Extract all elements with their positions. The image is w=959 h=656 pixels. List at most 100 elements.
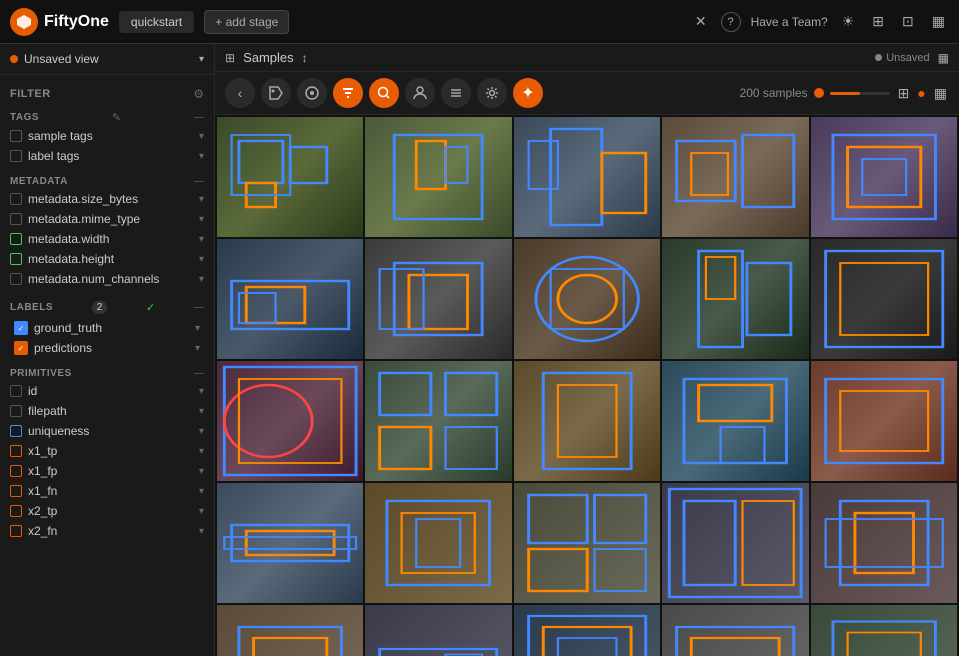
sample-tags-item[interactable]: sample tags ▾ bbox=[10, 126, 204, 146]
list-button[interactable] bbox=[441, 78, 471, 108]
metadata-header[interactable]: METADATA — bbox=[10, 174, 204, 189]
x2fn-item[interactable]: x2_fn ▾ bbox=[10, 521, 204, 541]
view-selector[interactable]: Unsaved view ▾ bbox=[0, 44, 214, 75]
filter-button[interactable] bbox=[333, 78, 363, 108]
metadata-size-checkbox[interactable] bbox=[10, 193, 22, 205]
add-stage-button[interactable]: + add stage bbox=[204, 10, 289, 34]
metadata-mime-item[interactable]: metadata.mime_type ▾ bbox=[10, 209, 204, 229]
filter-header: FILTER ⚙ bbox=[10, 83, 204, 105]
settings-button[interactable] bbox=[477, 78, 507, 108]
grid-item[interactable] bbox=[514, 605, 660, 656]
quickstart-tab[interactable]: quickstart bbox=[119, 11, 194, 33]
label-tags-checkbox[interactable] bbox=[10, 150, 22, 162]
grid-item[interactable] bbox=[811, 605, 957, 656]
labels-group: LABELS 2 ✓ — ✓ ground_truth ▾ ✓ pred bbox=[10, 293, 204, 362]
grid-item[interactable] bbox=[217, 361, 363, 481]
x2tp-item[interactable]: x2_tp ▾ bbox=[10, 501, 204, 521]
tags-header[interactable]: TAGS ✎ — bbox=[10, 109, 204, 126]
x1fp-item[interactable]: x1_fp ▾ bbox=[10, 461, 204, 481]
grid-item[interactable] bbox=[662, 483, 808, 603]
metadata-width-item[interactable]: metadata.width ▾ bbox=[10, 229, 204, 249]
primitives-header[interactable]: PRIMITIVES — bbox=[10, 366, 204, 381]
grid-item[interactable] bbox=[811, 483, 957, 603]
metadata-size-item[interactable]: metadata.size_bytes ▾ bbox=[10, 189, 204, 209]
grid-item[interactable] bbox=[514, 361, 660, 481]
chevron-down-icon: ▾ bbox=[199, 446, 204, 457]
grid-item[interactable] bbox=[811, 117, 957, 237]
person-button[interactable] bbox=[405, 78, 435, 108]
image-grid[interactable] bbox=[215, 115, 959, 656]
grid-item[interactable] bbox=[365, 361, 511, 481]
x1fp-checkbox[interactable] bbox=[10, 465, 22, 477]
metadata-mime-checkbox[interactable] bbox=[10, 213, 22, 225]
chevron-icon: — bbox=[194, 176, 204, 187]
menu-icon[interactable]: ▦ bbox=[928, 9, 949, 34]
labels-header[interactable]: LABELS 2 ✓ — bbox=[10, 297, 204, 318]
metadata-size-label: metadata.size_bytes bbox=[28, 192, 193, 206]
sample-tags-checkbox[interactable] bbox=[10, 130, 22, 142]
close-icon[interactable]: ✕ bbox=[691, 9, 711, 34]
x1tp-checkbox[interactable] bbox=[10, 445, 22, 457]
filepath-item[interactable]: filepath ▾ bbox=[10, 401, 204, 421]
topbar: FiftyOne quickstart + add stage ✕ ? Have… bbox=[0, 0, 959, 44]
grid-item[interactable] bbox=[217, 239, 363, 359]
grid-view-button[interactable]: ⊞ bbox=[896, 83, 912, 104]
slider-right-dot[interactable]: ● bbox=[915, 83, 927, 103]
x2tp-checkbox[interactable] bbox=[10, 505, 22, 517]
grid-item[interactable] bbox=[662, 361, 808, 481]
label-tags-item[interactable]: label tags ▾ bbox=[10, 146, 204, 166]
predictions-label-item[interactable]: ✓ predictions ▾ bbox=[10, 338, 204, 358]
grid-item[interactable] bbox=[811, 361, 957, 481]
metadata-width-checkbox[interactable] bbox=[10, 233, 22, 245]
chevron-down-icon: ▾ bbox=[199, 131, 204, 142]
grid-item[interactable] bbox=[514, 483, 660, 603]
grid-item[interactable] bbox=[365, 483, 511, 603]
metadata-height-item[interactable]: metadata.height ▾ bbox=[10, 249, 204, 269]
ground-truth-label-item[interactable]: ✓ ground_truth ▾ bbox=[10, 318, 204, 338]
settings-icon[interactable]: ⚙ bbox=[193, 87, 204, 101]
chevron-down-icon: ▾ bbox=[199, 466, 204, 477]
edit-icon[interactable]: ✎ bbox=[112, 111, 121, 124]
chevron-down-icon: ▾ bbox=[199, 151, 204, 162]
search-button[interactable] bbox=[369, 78, 399, 108]
grid-item[interactable] bbox=[365, 239, 511, 359]
metadata-height-label: metadata.height bbox=[28, 252, 193, 266]
x2fn-checkbox[interactable] bbox=[10, 525, 22, 537]
list-view-button[interactable]: ▦ bbox=[932, 83, 949, 104]
slider-left-dot[interactable] bbox=[814, 88, 824, 98]
x1tp-item[interactable]: x1_tp ▾ bbox=[10, 441, 204, 461]
metadata-height-checkbox[interactable] bbox=[10, 253, 22, 265]
grid-icon[interactable]: ⊞ bbox=[868, 9, 888, 34]
x1fn-checkbox[interactable] bbox=[10, 485, 22, 497]
filepath-checkbox[interactable] bbox=[10, 405, 22, 417]
ai-button[interactable]: ✦ bbox=[513, 78, 543, 108]
chevron-down-icon: ▾ bbox=[199, 254, 204, 265]
grid-view-icon[interactable]: ▦ bbox=[938, 51, 949, 65]
back-button[interactable]: ‹ bbox=[225, 78, 255, 108]
grid-item[interactable] bbox=[365, 605, 511, 656]
slider-track[interactable] bbox=[830, 92, 890, 95]
grid-item[interactable] bbox=[662, 117, 808, 237]
github-icon[interactable]: ⊡ bbox=[898, 9, 918, 34]
tag-button[interactable] bbox=[261, 78, 291, 108]
metadata-channels-item[interactable]: metadata.num_channels ▾ bbox=[10, 269, 204, 289]
grid-item[interactable] bbox=[662, 605, 808, 656]
sun-icon[interactable]: ☀ bbox=[838, 9, 859, 34]
uniqueness-checkbox[interactable] bbox=[10, 425, 22, 437]
grid-item[interactable] bbox=[217, 117, 363, 237]
grid-item[interactable] bbox=[365, 117, 511, 237]
grid-item[interactable] bbox=[514, 239, 660, 359]
grid-item[interactable] bbox=[811, 239, 957, 359]
x1fn-item[interactable]: x1_fn ▾ bbox=[10, 481, 204, 501]
grid-item[interactable] bbox=[217, 483, 363, 603]
metadata-channels-checkbox[interactable] bbox=[10, 273, 22, 285]
chevron-down-icon: ▾ bbox=[195, 343, 200, 354]
help-icon[interactable]: ? bbox=[721, 12, 741, 32]
grid-item[interactable] bbox=[514, 117, 660, 237]
uniqueness-item[interactable]: uniqueness ▾ bbox=[10, 421, 204, 441]
grid-item[interactable] bbox=[662, 239, 808, 359]
id-item[interactable]: id ▾ bbox=[10, 381, 204, 401]
label-button[interactable] bbox=[297, 78, 327, 108]
grid-item[interactable] bbox=[217, 605, 363, 656]
id-checkbox[interactable] bbox=[10, 385, 22, 397]
